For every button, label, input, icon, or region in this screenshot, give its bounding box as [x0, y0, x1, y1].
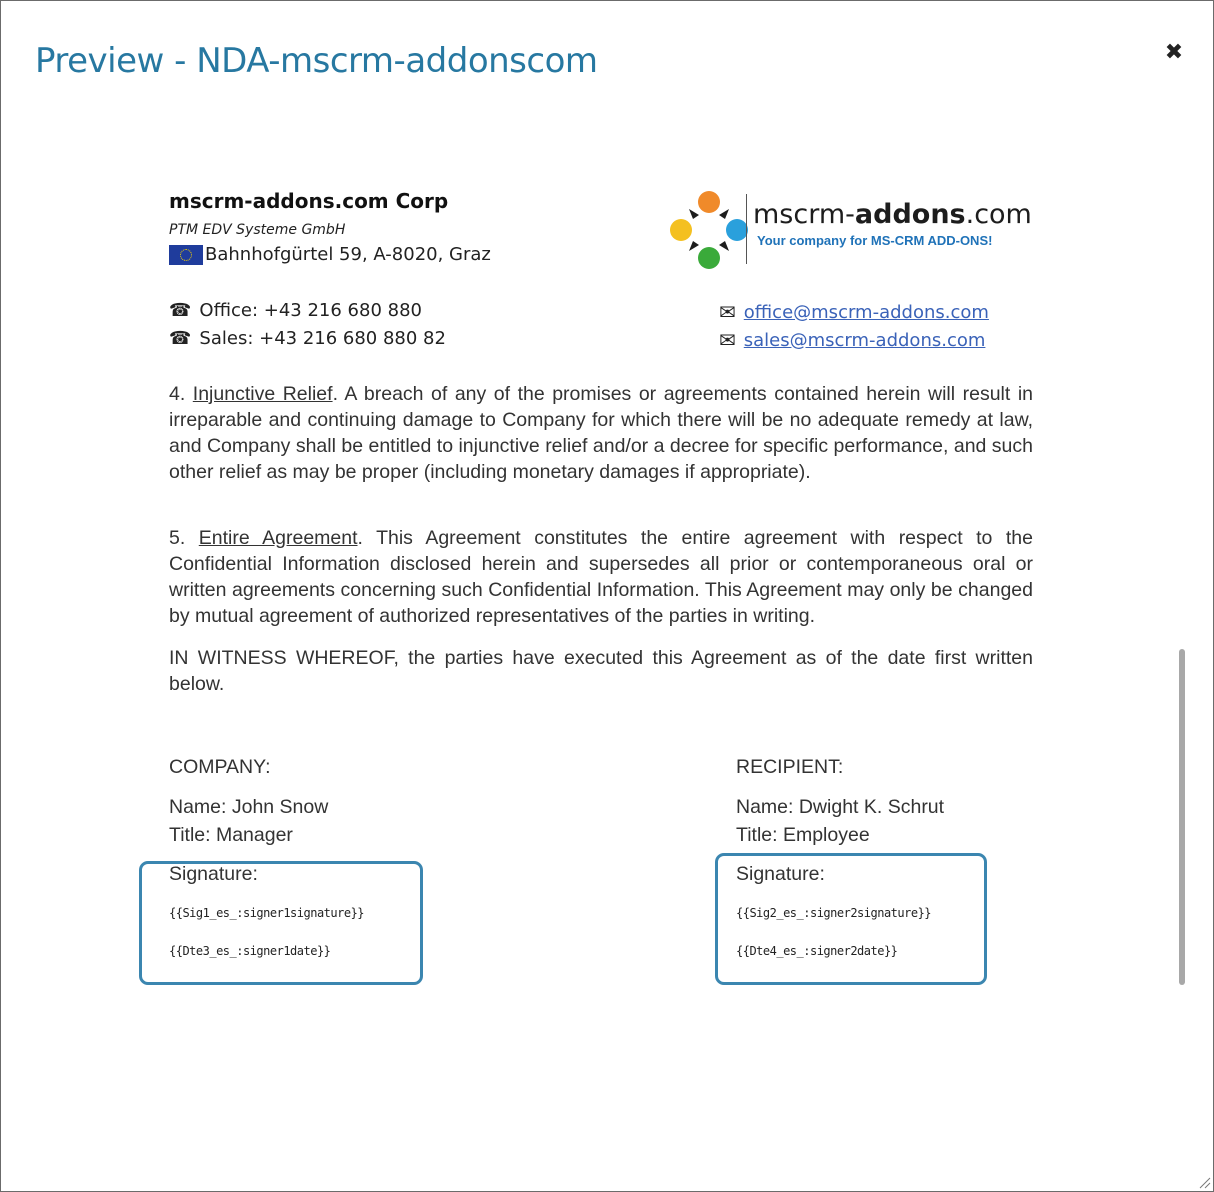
recipient-date-tag: {{Dte4_es_:signer2date}} — [736, 944, 898, 958]
scrollbar-thumb[interactable] — [1179, 649, 1185, 985]
sales-email-link[interactable]: sales@mscrm-addons.com — [744, 330, 986, 351]
company-date-tag: {{Dte3_es_:signer1date}} — [169, 944, 331, 958]
witness-paragraph: IN WITNESS WHEREOF, the parties have exe… — [169, 647, 1033, 695]
logo-tagline: Your company for MS-CRM ADD-ONS! — [757, 233, 993, 248]
company-name: mscrm-addons.com Corp — [169, 189, 449, 213]
company-signature-label: Signature: — [169, 863, 258, 885]
preview-dialog: Preview - NDA-mscrm-addonscom ✖ mscrm-ad… — [0, 0, 1214, 1192]
company-address: Bahnhofgürtel 59, A-8020, Graz — [169, 244, 491, 265]
eu-flag-icon — [169, 244, 203, 265]
office-phone-text: Office: +43 216 680 880 — [199, 300, 422, 321]
recipient-signature-label: Signature: — [736, 863, 825, 885]
section-4-paragraph: 4. Injunctive Relief. A breach of any of… — [169, 381, 1033, 485]
mail-icon: ✉ — [719, 328, 736, 352]
sales-email: ✉ sales@mscrm-addons.com — [719, 328, 985, 352]
recipient-signature-tag: {{Sig2_es_:signer2signature}} — [736, 906, 932, 920]
document-preview: mscrm-addons.com Corp PTM EDV Systeme Gm… — [1, 1, 1213, 1191]
logo-wordmark: mscrm-addons.com — [753, 199, 1032, 230]
company-signer-title: Title: Manager — [169, 824, 293, 846]
section-number: 5. — [169, 527, 199, 549]
phone-icon: ☎ — [169, 328, 192, 349]
phone-icon: ☎ — [169, 300, 192, 321]
mail-icon: ✉ — [719, 300, 736, 324]
office-email: ✉ office@mscrm-addons.com — [719, 300, 989, 324]
recipient-signer-name: Name: Dwight K. Schrut — [736, 796, 945, 818]
logo-suffix: .com — [965, 199, 1032, 230]
resize-grip-icon[interactable] — [1197, 1175, 1211, 1189]
company-heading: COMPANY: — [169, 756, 271, 778]
company-subtitle: PTM EDV Systeme GmbH — [169, 222, 346, 238]
section-heading: Entire Agreement — [198, 527, 358, 549]
address-text: Bahnhofgürtel 59, A-8020, Graz — [205, 244, 491, 265]
section-heading: Injunctive Relief — [192, 383, 333, 405]
company-signer-name: Name: John Snow — [169, 796, 329, 818]
office-email-link[interactable]: office@mscrm-addons.com — [744, 302, 989, 323]
logo-divider — [746, 194, 747, 264]
logo-prefix: mscrm- — [753, 199, 855, 230]
section-number: 4. — [169, 383, 193, 405]
office-phone: ☎ Office: +43 216 680 880 — [169, 300, 422, 321]
section-5-paragraph: 5. Entire Agreement. This Agreement cons… — [169, 525, 1033, 629]
recipient-signer-title: Title: Employee — [736, 824, 870, 846]
sales-phone-text: Sales: +43 216 680 880 82 — [199, 328, 446, 349]
company-signature-tag: {{Sig1_es_:signer1signature}} — [169, 906, 365, 920]
recipient-heading: RECIPIENT: — [736, 756, 844, 778]
logo-bold: addons — [854, 199, 966, 230]
sales-phone: ☎ Sales: +43 216 680 880 82 — [169, 328, 446, 349]
